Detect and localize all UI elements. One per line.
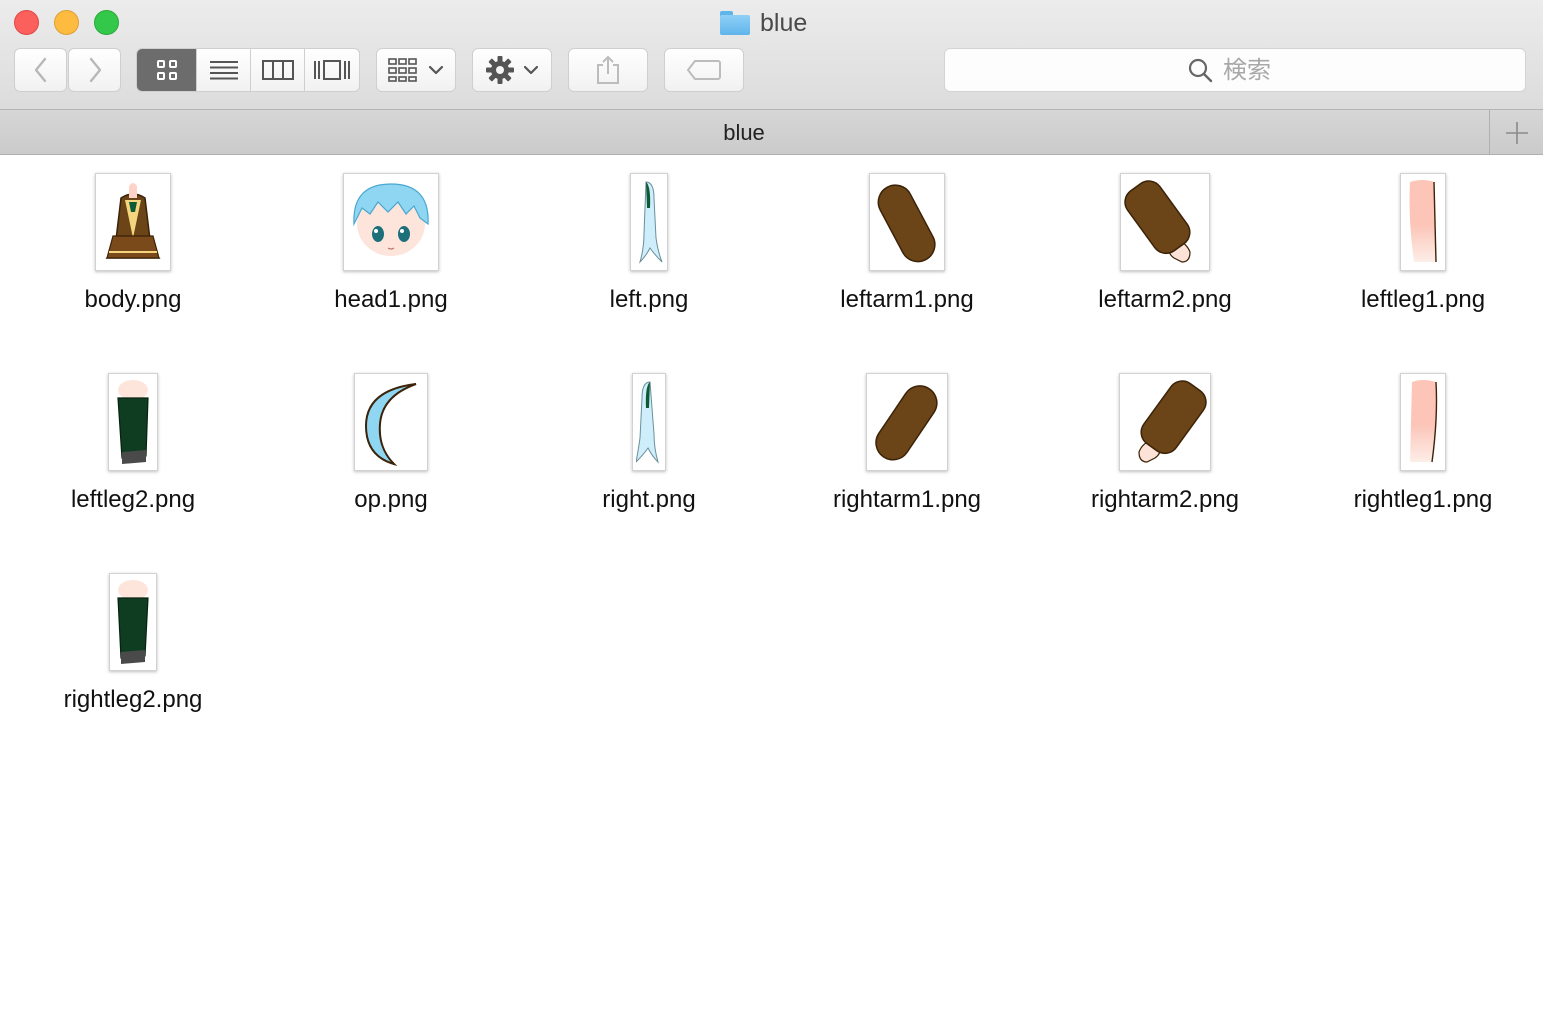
chevron-left-icon [34,57,46,83]
toolbar: blue [0,0,1543,110]
file-name: head1.png [334,286,448,313]
search-field[interactable] [944,48,1526,92]
file-item-op[interactable]: op.png [262,356,520,546]
file-name: left.png [609,286,689,313]
search-icon [1188,58,1213,83]
file-thumbnail [632,373,666,471]
tab-blue[interactable]: blue [0,110,1488,155]
action-button[interactable] [472,48,552,92]
plus-icon [1505,121,1528,144]
file-item-head1[interactable]: head1.png [262,156,520,346]
file-item-body[interactable]: body.png [4,156,262,346]
leg-stocking-icon [117,580,149,664]
new-tab-button[interactable] [1489,110,1543,155]
icon-view-button[interactable] [137,49,197,91]
file-item-rightleg1[interactable]: rightleg1.png [1294,356,1543,546]
file-thumbnail [343,173,439,271]
file-name: rightarm1.png [832,486,982,513]
column-view-button[interactable] [251,49,305,91]
file-thumbnail [630,173,668,271]
file-item-leftleg1[interactable]: leftleg1.png [1294,156,1543,346]
cover-flow-icon [314,60,350,80]
file-thumbnail [95,173,171,271]
file-name: right.png [602,486,696,513]
folder-icon [720,11,750,35]
body-thumbnail-icon [105,183,161,259]
file-item-left[interactable]: left.png [520,156,778,346]
search-input[interactable] [1223,56,1283,84]
chevron-down-icon [428,65,444,75]
file-name: leftleg1.png [1360,286,1486,313]
back-button[interactable] [14,48,67,92]
file-item-rightarm2[interactable]: rightarm2.png [1036,356,1294,546]
file-icon-grid: body.png head1.png left.png leftarm1.png… [0,156,1543,1030]
tab-bar: blue [0,110,1543,155]
close-button[interactable] [14,10,39,35]
file-item-leftarm2[interactable]: leftarm2.png [1036,156,1294,346]
file-item-rightleg2[interactable]: rightleg2.png [4,556,262,746]
share-icon [597,55,619,84]
file-thumbnail [1400,373,1446,471]
tag-button[interactable] [664,48,744,92]
list-view-button[interactable] [197,49,251,91]
hair-strand-icon [638,181,663,264]
file-item-leftleg2[interactable]: leftleg2.png [4,356,262,546]
list-view-icon [209,61,238,80]
window-title: blue [720,6,807,40]
window-title-label: blue [760,8,808,37]
gear-icon [486,56,514,84]
file-name: rightarm2.png [1090,486,1240,513]
forward-button[interactable] [68,48,121,92]
file-item-rightarm1[interactable]: rightarm1.png [778,356,1036,546]
file-name: leftarm1.png [840,286,974,313]
leg-stocking-icon [117,380,149,464]
icon-view-icon [156,60,177,80]
file-thumbnail [109,573,157,671]
chevron-right-icon [89,57,101,83]
file-item-right[interactable]: right.png [520,356,778,546]
file-thumbnail [1119,373,1211,471]
view-mode-selector [136,48,360,92]
file-thumbnail [866,373,948,471]
chevron-down-icon [523,65,539,75]
minimize-button[interactable] [54,10,79,35]
file-name: body.png [84,286,182,313]
arm-sleeve-hand-icon [1124,180,1191,263]
file-name: rightleg2.png [63,686,203,713]
leg-skin-icon [1409,180,1437,263]
head-thumbnail-icon [353,183,429,256]
arm-sleeve-hand-icon [1138,380,1207,463]
file-name: rightleg1.png [1353,486,1493,513]
file-item-leftarm1[interactable]: leftarm1.png [778,156,1036,346]
arm-sleeve-icon [877,184,936,263]
file-name: op.png [354,486,428,513]
file-thumbnail [1400,173,1446,271]
file-name: leftleg2.png [70,486,196,513]
cover-flow-view-button[interactable] [305,49,359,91]
share-button[interactable] [568,48,648,92]
file-thumbnail [1120,173,1210,271]
grid-arrange-icon [388,58,417,82]
hair-crescent-icon [364,383,417,466]
file-thumbnail [354,373,428,471]
file-thumbnail [108,373,158,471]
tag-icon [686,60,721,80]
leg-skin-icon [1410,380,1438,463]
arrange-button[interactable] [376,48,456,92]
zoom-button[interactable] [94,10,119,35]
column-view-icon [261,60,294,80]
finder-window: blue 検索 blue body.png head1.png left.png… [0,0,1543,1030]
file-name: leftarm2.png [1098,286,1232,313]
file-thumbnail [869,173,945,271]
arm-sleeve-icon [875,385,938,461]
hair-strand-icon [636,381,660,464]
